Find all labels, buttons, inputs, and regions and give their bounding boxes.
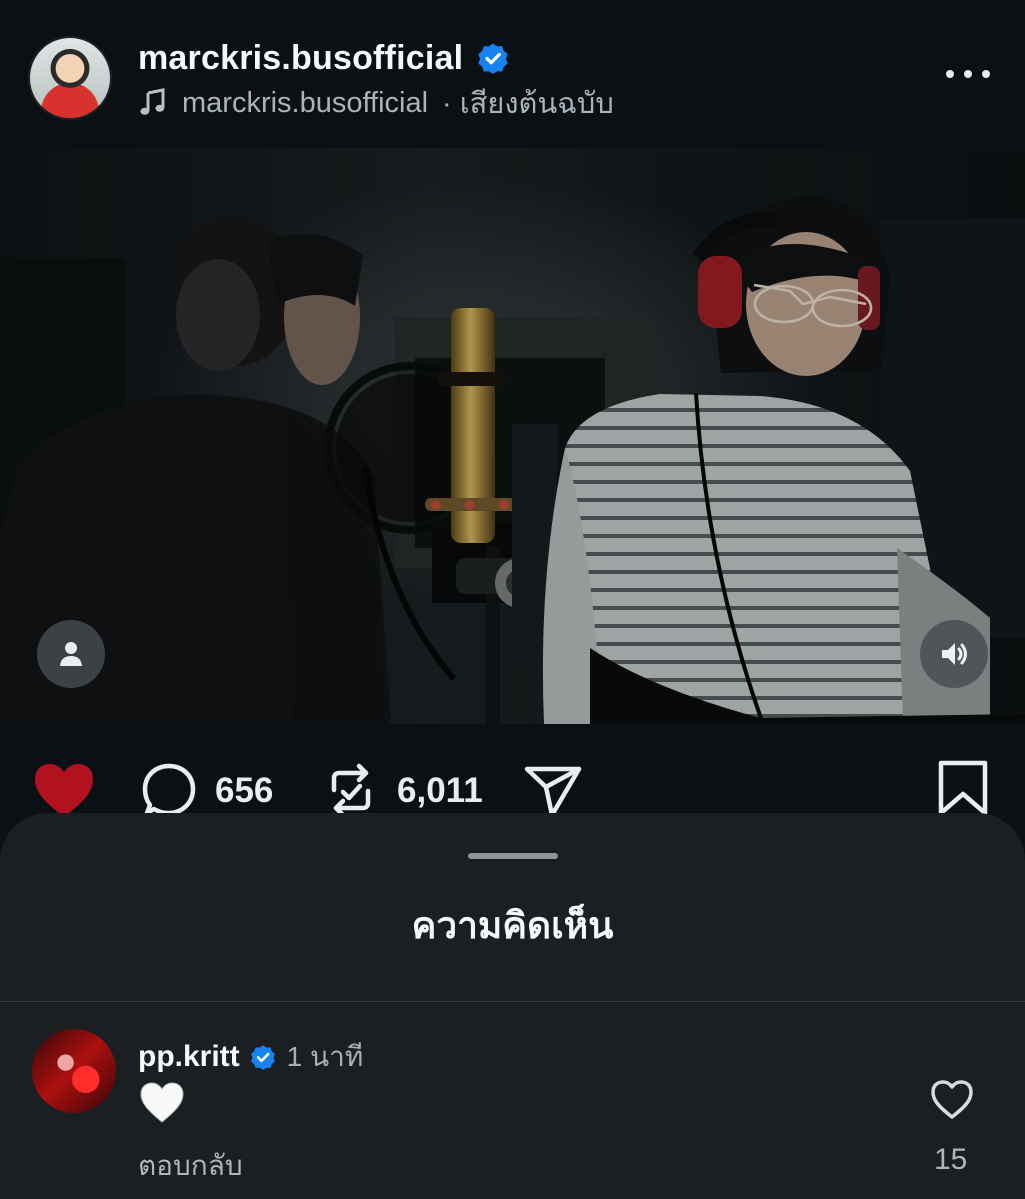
send-icon [524,766,582,818]
video-player[interactable] [0,148,1025,724]
repost-icon [331,763,371,818]
sheet-divider [0,1001,1025,1002]
comments-count: 656 [215,771,274,810]
heart-icon [35,764,93,817]
comment-button[interactable]: 656 [141,762,273,820]
audio-label: · เสียงต้นฉบับ [442,88,614,120]
profile-avatar[interactable] [28,36,112,120]
repost-button[interactable]: 6,011 [323,762,483,820]
user-icon [60,642,82,666]
comment-time: 1 นาที [286,1041,364,1072]
heart-outline-icon[interactable] [930,1080,974,1120]
verified-badge-icon [478,43,508,74]
commenter-avatar[interactable] [32,1029,116,1113]
username-row: marckris.busofficial [138,36,509,80]
sound-button[interactable] [920,620,988,688]
speaker-icon [942,643,967,665]
audio-owner[interactable]: marckris.busofficial [182,87,428,120]
verified-badge-icon [250,1045,275,1070]
more-options-icon[interactable] [946,64,990,84]
music-note-icon [140,88,165,115]
post-header: marckris.busofficial marckris.busofficia… [0,0,1025,148]
comment-icon [142,763,196,816]
share-button[interactable] [522,762,584,820]
comments-sheet: ความคิดเห็น pp.kritt 1 นาที ตอบกลับ 15 [0,813,1025,1199]
comments-title: ความคิดเห็น [411,905,614,946]
reply-button[interactable]: ตอบกลับ [138,1144,243,1188]
comment-header: pp.kritt 1 นาที [138,1035,363,1079]
white-heart-emoji [140,1082,184,1123]
like-button[interactable] [32,762,96,820]
original-audio-row[interactable]: marckris.busofficial · เสียงต้นฉบับ [138,84,614,122]
video-frame [0,148,1025,724]
comment-like-count: 15 [934,1143,968,1176]
reposts-count: 6,011 [397,771,483,810]
user-tag-button[interactable] [37,620,105,688]
bookmark-icon [938,760,988,816]
commenter-username[interactable]: pp.kritt [138,1040,240,1074]
sheet-grabber[interactable] [468,853,558,859]
profile-username[interactable]: marckris.busofficial [138,39,463,78]
